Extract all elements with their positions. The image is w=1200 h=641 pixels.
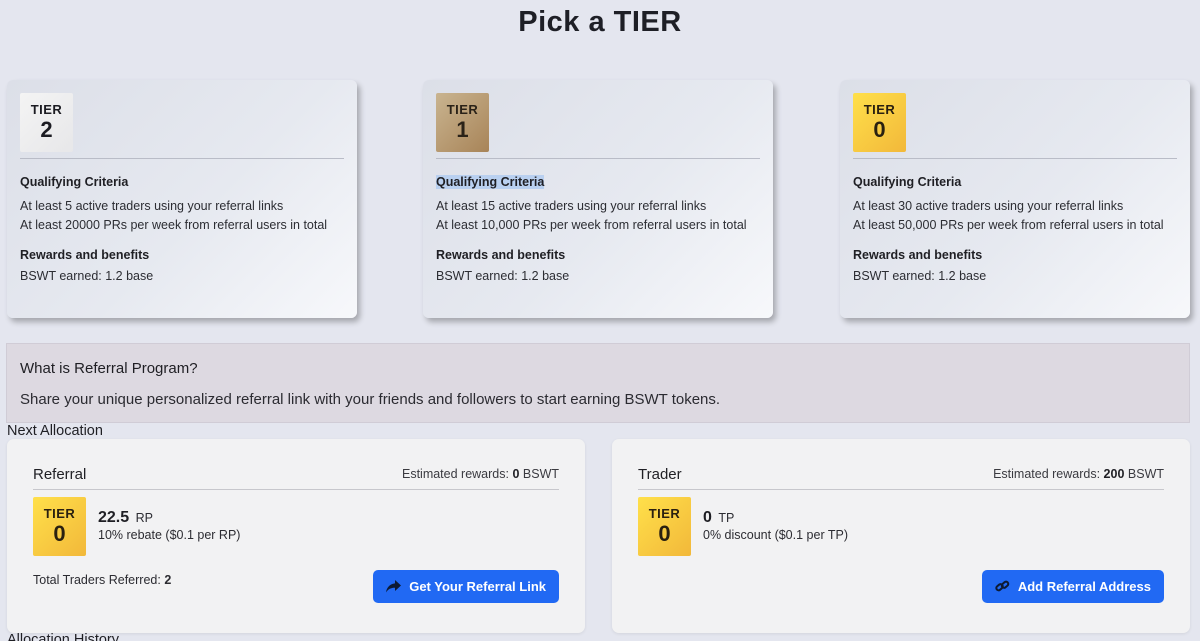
button-label: Get Your Referral Link <box>409 579 546 594</box>
rewards-line: BSWT earned: 1.2 base <box>853 269 987 283</box>
points-value: 22.5 <box>98 509 130 526</box>
rewards-heading: Rewards and benefits <box>20 248 150 262</box>
card-divider <box>436 158 760 159</box>
tier-badge-number: 2 <box>40 117 53 142</box>
tier-card-0[interactable]: TIER 0 Qualifying Criteria At least 30 a… <box>840 80 1190 318</box>
criteria-heading: Qualifying Criteria <box>436 175 760 189</box>
allocation-history-label: Allocation History <box>7 632 120 641</box>
link-icon <box>995 580 1010 592</box>
rebate-text: 10% rebate ($0.1 per RP) <box>98 528 241 542</box>
estimated-rewards-unit: BSWT <box>1127 467 1164 481</box>
points-value: 0 <box>703 509 712 526</box>
estimated-rewards-value: 200 <box>1103 467 1125 481</box>
points-unit: RP <box>135 511 153 525</box>
tier-badge-number: 0 <box>658 521 671 546</box>
criteria-line: At least 10,000 PRs per week from referr… <box>436 218 747 232</box>
tier-badge: TIER 0 <box>638 497 691 556</box>
tier-badge-number: 0 <box>873 117 886 142</box>
card-divider <box>853 158 1177 159</box>
allocation-divider <box>638 489 1164 490</box>
allocation-title: Trader <box>638 465 682 483</box>
traders-prefix: Total Traders Referred: <box>33 572 161 587</box>
allocation-divider <box>33 489 559 490</box>
estimated-rewards: Estimated rewards: 200 BSWT <box>993 467 1164 481</box>
tier-badge-label: TIER <box>648 506 681 521</box>
criteria-heading: Qualifying Criteria <box>853 175 962 189</box>
estimated-rewards-prefix: Estimated rewards: <box>993 467 1101 481</box>
estimated-rewards-unit: BSWT <box>522 467 559 481</box>
page-title: Pick a TIER <box>518 6 682 38</box>
rewards-line: BSWT earned: 1.2 base <box>20 269 154 283</box>
criteria-line: At least 15 active traders using your re… <box>436 199 707 213</box>
tier-badge: TIER 0 <box>33 497 86 556</box>
button-label: Add Referral Address <box>1017 579 1151 594</box>
criteria-heading-text: Qualifying Criteria <box>436 175 545 189</box>
card-divider <box>20 158 344 159</box>
rewards-heading: Rewards and benefits <box>853 248 983 262</box>
criteria-line: At least 30 active traders using your re… <box>853 199 1124 213</box>
add-referral-address-button[interactable]: Add Referral Address <box>981 570 1164 603</box>
criteria-line: At least 20000 PRs per week from referra… <box>20 218 328 232</box>
referral-allocation-card: Referral Estimated rewards: 0 BSWT TIER … <box>7 439 585 633</box>
tier-badge: TIER 1 <box>436 93 489 152</box>
trader-points: 0 TP <box>703 509 848 527</box>
tier-badge-number: 1 <box>456 117 469 142</box>
referral-program-info: What is Referral Program? Share your uni… <box>6 343 1190 423</box>
rewards-line: BSWT earned: 1.2 base <box>436 269 570 283</box>
next-allocation-label: Next Allocation <box>7 423 103 439</box>
criteria-line: At least 5 active traders using your ref… <box>20 199 284 213</box>
estimated-rewards: Estimated rewards: 0 BSWT <box>402 467 559 481</box>
rewards-heading: Rewards and benefits <box>436 248 566 262</box>
total-traders-referred: Total Traders Referred: 2 <box>33 573 171 587</box>
share-arrow-icon <box>386 580 402 593</box>
tier-badge-label: TIER <box>43 506 76 521</box>
referral-program-description: Share your unique personalized referral … <box>20 391 721 408</box>
criteria-line: At least 50,000 PRs per week from referr… <box>853 218 1164 232</box>
tier-badge: TIER 2 <box>20 93 73 152</box>
tier-badge-label: TIER <box>863 102 896 117</box>
get-referral-link-button[interactable]: Get Your Referral Link <box>373 570 559 603</box>
tier-card-1[interactable]: TIER 1 Qualifying Criteria At least 15 a… <box>423 80 773 318</box>
estimated-rewards-value: 0 <box>512 467 520 481</box>
discount-text: 0% discount ($0.1 per TP) <box>703 528 848 542</box>
tier-badge-label: TIER <box>446 102 479 117</box>
traders-value: 2 <box>164 572 172 587</box>
tier-badge-label: TIER <box>30 102 63 117</box>
trader-allocation-card: Trader Estimated rewards: 200 BSWT TIER … <box>612 439 1190 633</box>
referral-points: 22.5 RP <box>98 509 240 527</box>
tier-card-2[interactable]: TIER 2 Qualifying Criteria At least 5 ac… <box>7 80 357 318</box>
allocation-title: Referral <box>33 465 87 483</box>
points-unit: TP <box>718 511 735 525</box>
referral-program-title: What is Referral Program? <box>20 360 198 377</box>
tier-badge: TIER 0 <box>853 93 906 152</box>
estimated-rewards-prefix: Estimated rewards: <box>401 467 509 481</box>
tier-badge-number: 0 <box>53 521 66 546</box>
criteria-heading: Qualifying Criteria <box>20 175 129 189</box>
